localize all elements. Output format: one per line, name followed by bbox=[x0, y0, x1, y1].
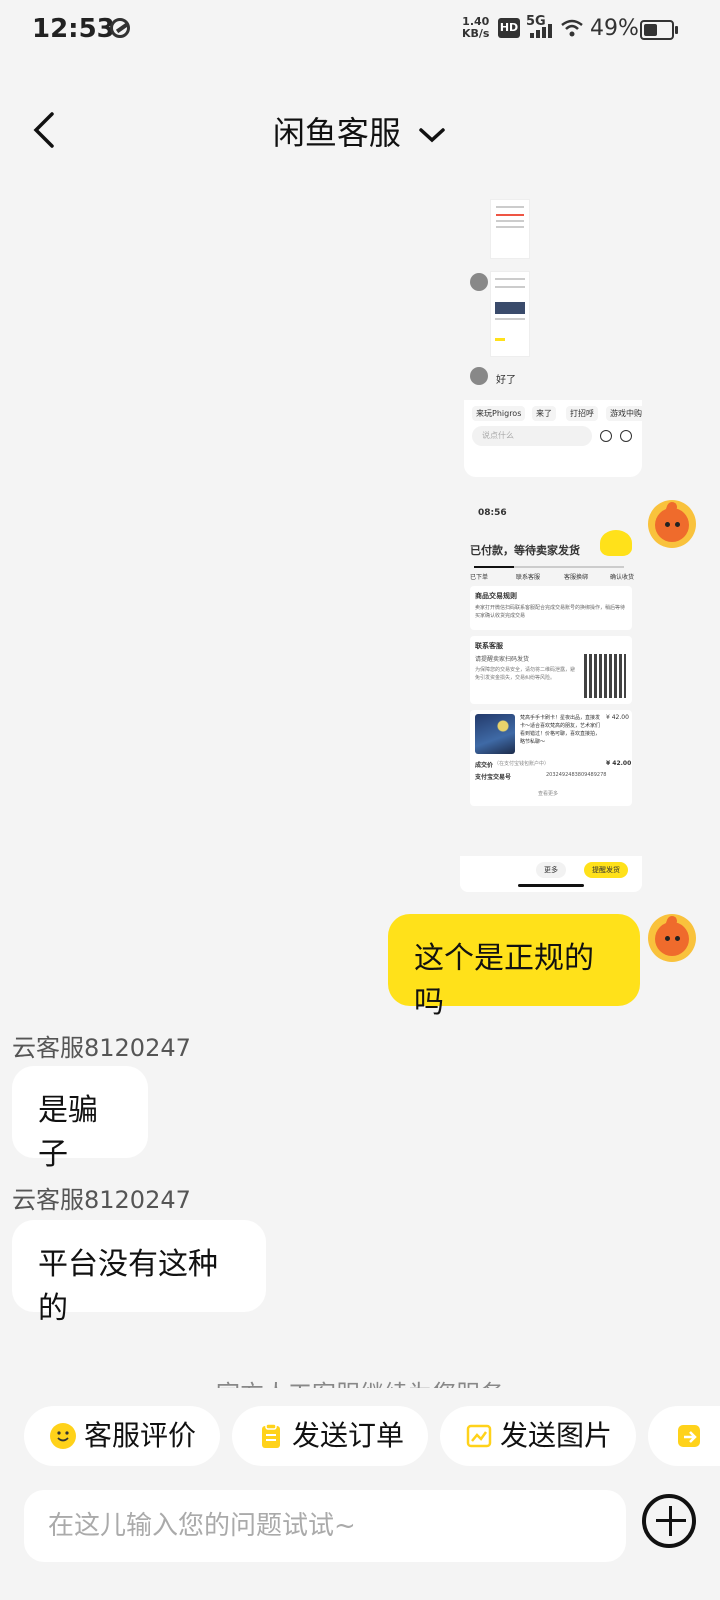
step-label: 已下单 bbox=[470, 574, 489, 581]
agent-name: 云客服8120247 bbox=[12, 1186, 191, 1214]
page-title[interactable]: 闲鱼客服 bbox=[0, 108, 720, 154]
qr-code bbox=[584, 654, 626, 698]
message-bubble-incoming[interactable]: 是骗子 bbox=[12, 1066, 148, 1172]
user-avatar-small bbox=[470, 367, 488, 385]
status-time: 12:53 bbox=[32, 14, 115, 44]
agent-name: 云客服8120247 bbox=[12, 1034, 191, 1062]
emoji-icon bbox=[600, 430, 612, 442]
signal-icon bbox=[528, 24, 554, 38]
quick-tag: 来玩Phigros bbox=[472, 406, 526, 421]
wifi-icon bbox=[561, 19, 583, 37]
battery-percent: 49% bbox=[590, 16, 639, 41]
message-bubble-incoming[interactable]: 平台没有这种的 bbox=[12, 1220, 266, 1326]
image-icon bbox=[466, 1424, 492, 1448]
order-bottom-bar: 更多 提醒发货 bbox=[460, 856, 642, 892]
clipboard-icon bbox=[262, 1423, 280, 1448]
smile-icon bbox=[50, 1423, 76, 1449]
step-label: 确认收货 bbox=[610, 574, 635, 581]
net-speed: 1.40 KB/s bbox=[462, 15, 490, 40]
thumbnail-image bbox=[490, 199, 530, 259]
add-attachment-button[interactable] bbox=[642, 1494, 696, 1548]
send-image-button[interactable]: 发送图片 bbox=[440, 1406, 636, 1466]
user-avatar-small bbox=[470, 273, 488, 291]
status-bar: 12:53 1.40 KB/s HD 5G 49% bbox=[0, 0, 720, 60]
chevron-down-icon bbox=[419, 128, 445, 143]
input-field: 说点什么 bbox=[472, 426, 592, 446]
reply-text: 好了 bbox=[496, 375, 516, 386]
battery-icon bbox=[640, 20, 678, 40]
rules-card: 商品交易规则 卖家打开微信扫码联系客服配合完成交易账号的换绑操作，稍后等待买家确… bbox=[470, 586, 632, 630]
product-thumbnail bbox=[475, 714, 515, 754]
thumbnail-image bbox=[490, 271, 530, 357]
my-avatar[interactable] bbox=[648, 914, 696, 962]
dnd-icon bbox=[110, 18, 130, 38]
mascot-icon bbox=[600, 530, 632, 556]
plus-icon bbox=[620, 430, 632, 442]
quick-tag: 打招呼 bbox=[566, 406, 598, 421]
send-order-button[interactable]: 发送订单 bbox=[232, 1406, 428, 1466]
bottom-panel: 客服评价 发送订单 发送图片 在这儿输入您的问题试试~ bbox=[0, 1388, 720, 1600]
share-button[interactable] bbox=[648, 1406, 720, 1466]
hd-badge: HD bbox=[498, 18, 520, 38]
quick-tag: 游戏中购 bbox=[606, 406, 642, 421]
step-label: 联系客服 bbox=[516, 574, 541, 581]
chat-input-area: 来玩Phigros 来了 打招呼 游戏中购 说点什么 bbox=[464, 400, 642, 477]
my-avatar[interactable] bbox=[648, 500, 696, 548]
rate-service-button[interactable]: 客服评价 bbox=[24, 1406, 220, 1466]
shot-time: 08:56 bbox=[478, 508, 507, 518]
quick-tag: 来了 bbox=[532, 406, 556, 421]
message-input[interactable]: 在这儿输入您的问题试试~ bbox=[24, 1490, 626, 1562]
message-bubble-outgoing[interactable]: 这个是正规的吗 bbox=[388, 914, 640, 1020]
sent-image-chat-screenshot[interactable]: 好了 来玩Phigros 来了 打招呼 游戏中购 说点什么 bbox=[464, 195, 642, 477]
step-label: 客服换绑 bbox=[564, 574, 589, 581]
contact-card: 联系客服 请提醒卖家扫码发货 为保障您的交易安全，请勿将二维码泄露，避免引发资金… bbox=[470, 636, 632, 704]
order-status: 已付款，等待卖家发货 bbox=[470, 544, 580, 557]
share-icon bbox=[678, 1425, 700, 1447]
sent-image-order-screenshot[interactable]: 08:56 已付款，等待卖家发货 已下单 联系客服 客服换绑 确认收货 商品交易… bbox=[460, 500, 642, 892]
chat-header: 闲鱼客服 bbox=[0, 90, 720, 170]
progress-steps bbox=[474, 566, 624, 568]
product-card: 梵高手手卡刷卡！星夜出品，直接发卡～适合喜欢梵高的朋友，艺术家们看到错过！价格可… bbox=[470, 710, 632, 806]
